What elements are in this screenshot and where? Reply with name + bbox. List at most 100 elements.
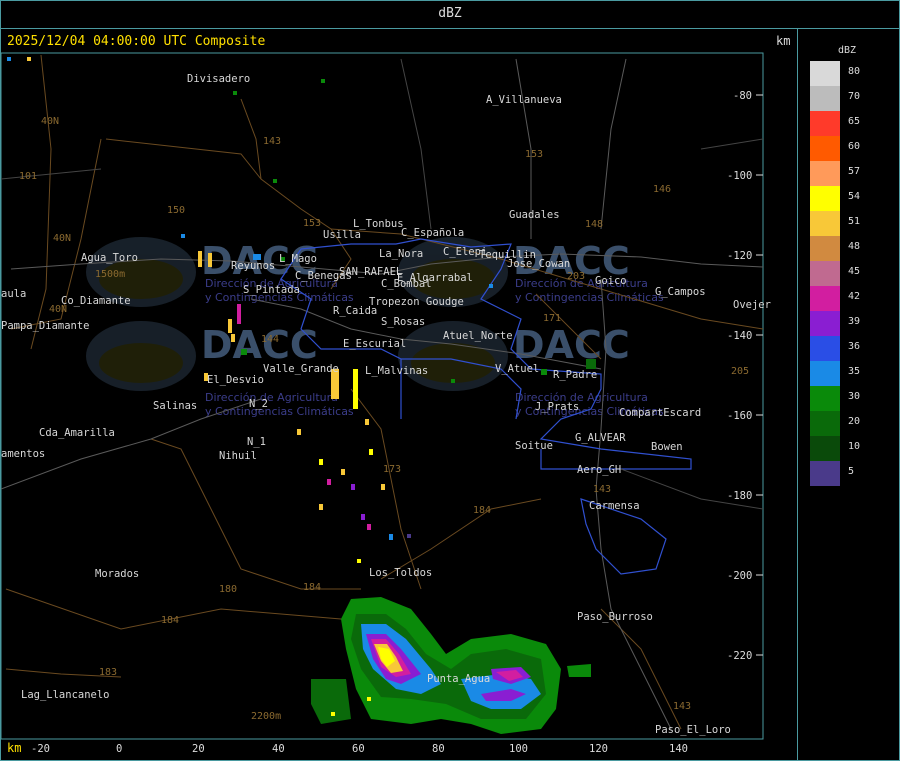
place-label: C_Española	[401, 227, 464, 239]
legend-swatch	[810, 161, 840, 186]
place-label: Co_Diamante	[61, 295, 131, 307]
legend-label: 65	[848, 116, 861, 127]
units-top-label: km	[776, 34, 791, 48]
place-label: Paso_Burroso	[577, 611, 653, 623]
route-label: 148	[585, 219, 603, 230]
legend-label: 45	[848, 266, 861, 277]
place-label: G_ALVEAR	[575, 432, 626, 444]
route-label: 2200m	[251, 711, 281, 722]
place-label: Usilla	[323, 229, 361, 241]
place-label: El_Desvio	[207, 374, 264, 386]
legend-swatch	[810, 386, 840, 411]
place-label: C_Bombal	[381, 278, 432, 290]
legend-swatch	[810, 211, 840, 236]
route-label: 184	[303, 582, 321, 593]
place-label: J_Prats	[535, 401, 579, 413]
route-label: 183	[99, 667, 117, 678]
place-label: amentos	[1, 448, 45, 460]
x-tick: 0	[116, 743, 122, 755]
place-label: E_Escurial	[343, 338, 406, 350]
route-label: 153	[303, 218, 321, 229]
route-label: 143	[673, 701, 691, 712]
route-label: 184	[473, 505, 491, 516]
route-label: 205	[731, 366, 749, 377]
place-label: L_Malvinas	[365, 365, 428, 377]
route-label: 150	[167, 205, 185, 216]
y-tick: -100	[727, 170, 752, 182]
radar-map[interactable]: DACC DACC DACC DACC Dirección de Agricul…	[1, 29, 797, 760]
y-tick: -140	[727, 330, 752, 342]
legend-label: 35	[848, 366, 861, 377]
place-label: SAN_RAFAEL	[339, 266, 402, 278]
legend-swatch	[810, 286, 840, 311]
legend-swatch	[810, 86, 840, 111]
place-label: L_Tonbus	[353, 218, 404, 230]
place-label: Agua_Toro	[81, 252, 138, 264]
x-tick: 140	[669, 743, 688, 755]
place-label: Reyunos	[231, 260, 275, 272]
watermark-line2-3: y Contingencias Climáticas	[205, 405, 354, 418]
x-tick: 100	[509, 743, 528, 755]
route-label: 173	[383, 464, 401, 475]
place-label: Goico	[595, 275, 627, 287]
legend-label: 51	[848, 216, 861, 227]
legend-swatch	[810, 111, 840, 136]
route-label: 144	[261, 334, 279, 345]
place-label: aula	[1, 288, 26, 300]
legend-swatch	[810, 311, 840, 336]
y-tick: -160	[727, 410, 752, 422]
x-tick: 120	[589, 743, 608, 755]
place-label: S_Rosas	[381, 316, 425, 328]
route-label: 40N	[41, 116, 59, 127]
watermark-brand-3: DACC	[201, 323, 318, 367]
route-label: 153	[525, 149, 543, 160]
place-label: CompartEscard	[619, 407, 701, 419]
legend-title: dBZ	[838, 45, 857, 56]
place-label: Lag_Llancanelo	[21, 689, 110, 701]
legend-swatch	[810, 236, 840, 261]
place-label: Guadales	[509, 209, 560, 221]
legend-swatch	[810, 361, 840, 386]
route-label: 101	[19, 171, 37, 182]
place-label: Bowen	[651, 441, 683, 453]
units-bottom-label: km	[7, 741, 22, 755]
legend-label: 57	[848, 166, 861, 177]
legend-label: 39	[848, 316, 861, 327]
y-tick: -220	[727, 650, 752, 662]
y-tick: -120	[727, 250, 752, 262]
route-label: 1500m	[95, 269, 125, 280]
legend-swatch	[810, 136, 840, 161]
x-tick: 40	[272, 743, 285, 755]
place-label: L_Mago	[279, 253, 317, 265]
timestamp-label: 2025/12/04 04:00:00 UTC Composite	[7, 34, 266, 49]
place-label: R_Caida	[333, 305, 377, 317]
place-label: Soitue	[515, 440, 553, 452]
legend-label: 48	[848, 241, 861, 252]
x-tick: 20	[192, 743, 205, 755]
place-label: Punta_Agua	[427, 673, 490, 685]
legend-label: 42	[848, 291, 861, 302]
place-label: Jose_Cowan	[507, 258, 570, 270]
route-label: 146	[653, 184, 671, 195]
route-label: 143	[263, 136, 281, 147]
watermark-line2-2: y Contingencias Climáticas	[515, 291, 664, 304]
route-label: 184	[161, 615, 179, 626]
place-label: R_Padre	[553, 369, 597, 381]
place-label: Cda_Amarilla	[39, 427, 115, 439]
y-tick: -80	[733, 90, 752, 102]
place-label: Los_Toldos	[369, 567, 432, 579]
legend-swatch	[810, 461, 840, 486]
legend-label: 54	[848, 191, 861, 202]
place-label: S_Pintada	[243, 284, 300, 296]
legend-label: 70	[848, 91, 861, 102]
route-label: 180	[219, 584, 237, 595]
legend-swatch	[810, 61, 840, 86]
place-label: Nihuil	[219, 450, 257, 462]
legend-swatch	[810, 436, 840, 461]
place-label: Ovejer	[733, 299, 771, 311]
place-label: N_1	[247, 436, 266, 448]
place-label: N_2	[249, 398, 268, 410]
place-label: Tropezon Goudge	[369, 296, 464, 308]
route-label: 203	[567, 271, 585, 282]
place-label: G_Campos	[655, 286, 706, 298]
